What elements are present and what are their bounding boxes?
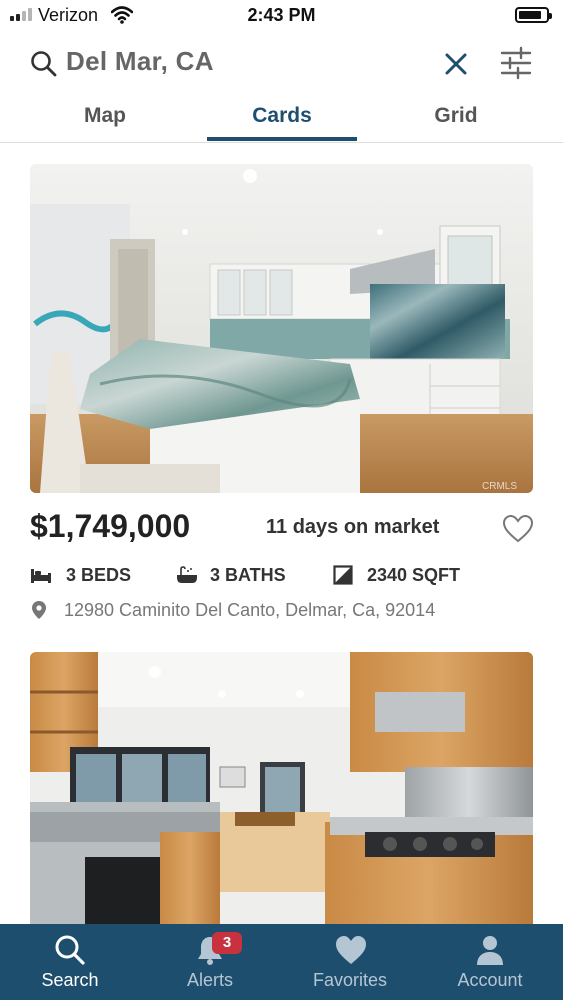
favorite-heart-icon[interactable] (502, 514, 534, 544)
bottom-tab-bar: Search Alerts Favorites Account (0, 924, 563, 1000)
search-input[interactable]: Del Mar, CA (66, 46, 214, 77)
close-icon[interactable] (441, 49, 471, 79)
nav-account[interactable]: Account (420, 924, 560, 1000)
bathtub-icon (177, 566, 197, 583)
location-pin-icon (32, 601, 46, 619)
photo-watermark: CRMLS (482, 481, 517, 492)
active-tab-indicator (207, 137, 357, 141)
nav-search[interactable]: Search (0, 924, 140, 1000)
filter-sliders-icon[interactable] (500, 46, 532, 80)
listing-address[interactable]: 12980 Caminito Del Canto, Delmar, Ca, 92… (64, 600, 435, 621)
tab-grid[interactable]: Grid (406, 104, 506, 128)
user-icon (477, 936, 503, 965)
listing-price: $1,749,000 (30, 508, 191, 544)
tab-map[interactable]: Map (55, 104, 155, 128)
listing-photo[interactable] (30, 652, 533, 924)
battery-icon (515, 7, 552, 23)
square-footage-icon (333, 565, 353, 585)
view-tabs: Map Cards Grid (0, 96, 563, 143)
nav-alerts[interactable]: Alerts (140, 924, 280, 1000)
nav-alerts-label: Alerts (186, 970, 233, 990)
bed-icon (31, 569, 51, 583)
listing-facts: 3 BEDS 3 BATHS 2340 SQFT (30, 563, 510, 589)
tab-cards[interactable]: Cards (207, 104, 357, 128)
heart-icon (336, 936, 366, 964)
beds-count: 3 BEDS (66, 565, 132, 585)
listing-photo[interactable]: CRMLS (30, 164, 533, 493)
sqft-value: 2340 SQFT (367, 565, 461, 585)
days-on-market: 11 days on market (266, 516, 440, 538)
clock: 2:43 PM (247, 5, 316, 25)
nav-favorites[interactable]: Favorites (280, 924, 420, 1000)
nav-search-label: Search (41, 970, 99, 990)
nav-account-label: Account (457, 970, 523, 990)
search-icon (55, 935, 85, 965)
nav-favorites-label: Favorites (312, 970, 388, 990)
status-bar: Verizon 2:43 PM (0, 0, 563, 34)
alerts-count-badge: 3 (212, 932, 242, 954)
search-icon[interactable] (30, 50, 58, 78)
baths-count: 3 BATHS (210, 565, 286, 585)
